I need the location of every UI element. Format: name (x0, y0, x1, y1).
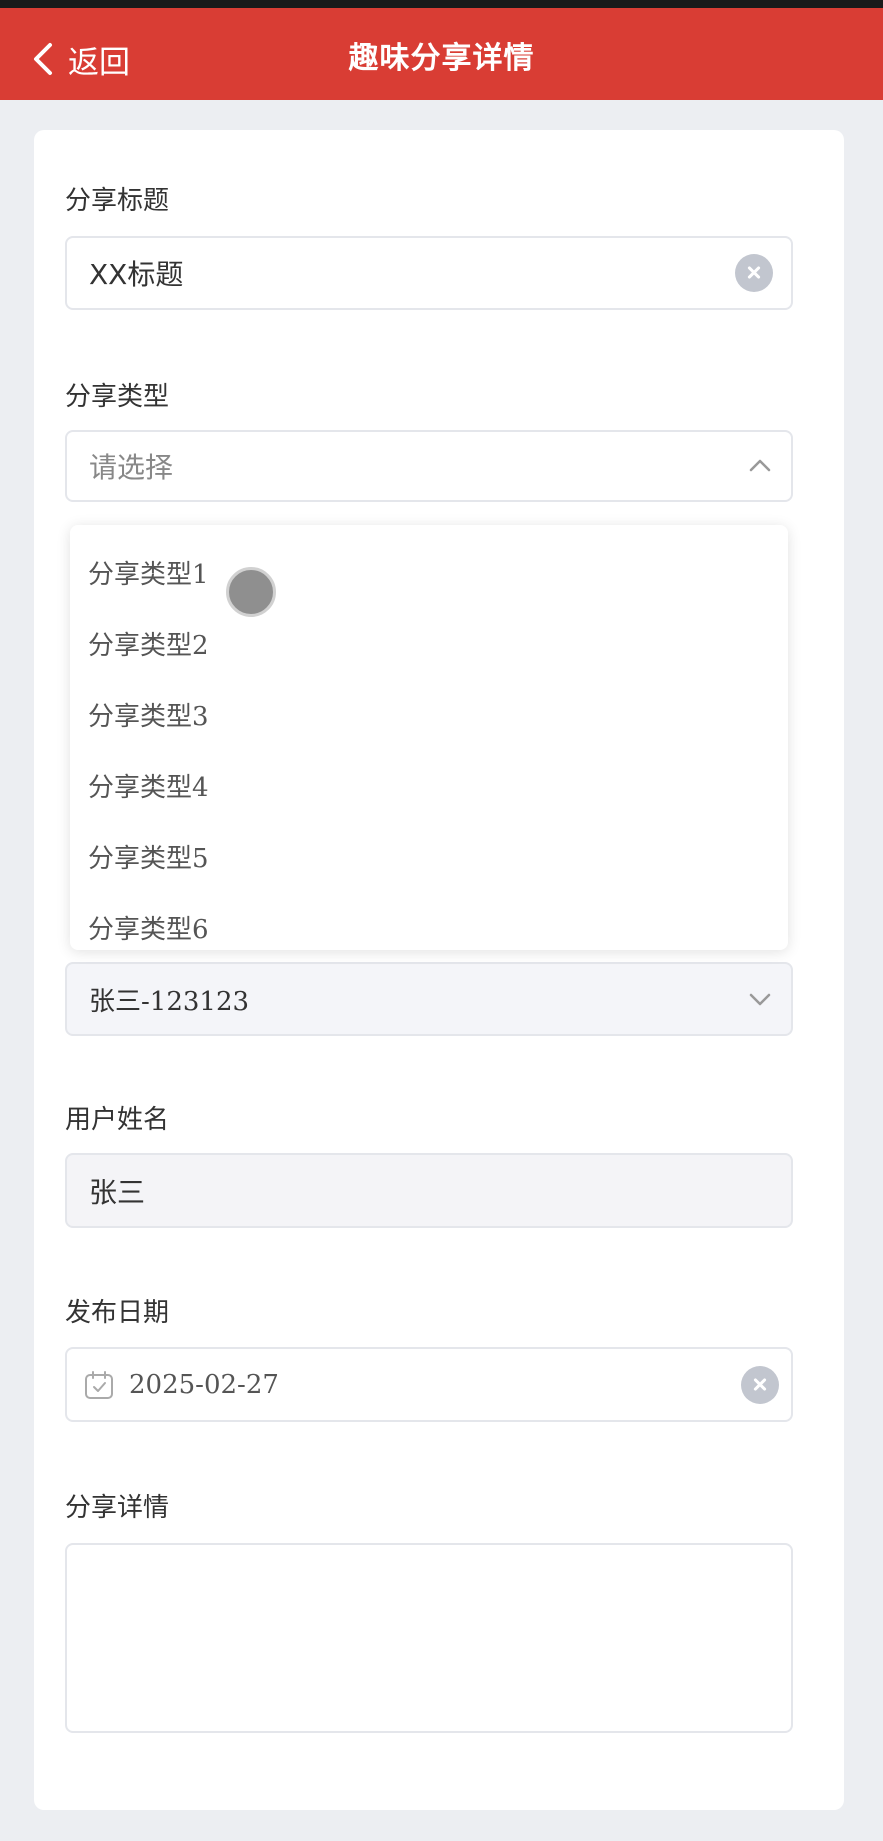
touch-indicator (226, 567, 276, 617)
dropdown-option[interactable]: 分享类型1 (88, 554, 209, 591)
detail-label: 分享详情 (65, 1493, 170, 1523)
dropdown-option[interactable]: 分享类型6 (88, 909, 209, 946)
title-input[interactable]: XX标题 (65, 236, 793, 310)
clear-icon[interactable] (741, 1365, 779, 1404)
detail-textarea[interactable] (65, 1543, 793, 1733)
date-picker[interactable]: 2025-02-27 (65, 1347, 793, 1422)
type-select-placeholder: 请选择 (89, 451, 174, 484)
title-input-value: XX标题 (89, 258, 184, 291)
dropdown-option[interactable]: 分享类型4 (88, 767, 209, 804)
user-select[interactable]: 张三-123123 (65, 962, 793, 1036)
title-label: 分享标题 (65, 186, 170, 216)
chevron-up-icon (749, 459, 771, 472)
app-header: 返回 趣味分享详情 (0, 0, 883, 100)
type-dropdown-menu: 分享类型1 分享类型2 分享类型3 分享类型4 分享类型5 分享类型6 (70, 525, 788, 950)
dropdown-option[interactable]: 分享类型2 (88, 625, 209, 662)
date-label: 发布日期 (65, 1298, 170, 1328)
clear-icon[interactable] (735, 254, 773, 292)
dropdown-option[interactable]: 分享类型5 (88, 838, 209, 875)
date-value: 2025-02-27 (129, 1369, 279, 1400)
type-select[interactable]: 请选择 (65, 430, 793, 502)
page-title: 趣味分享详情 (348, 41, 535, 76)
calendar-icon (85, 1370, 113, 1399)
username-label: 用户姓名 (65, 1105, 170, 1135)
chevron-down-icon (749, 993, 771, 1006)
user-select-value: 张三-123123 (89, 986, 250, 1017)
username-value: 张三 (89, 1175, 146, 1209)
type-label: 分享类型 (65, 382, 170, 412)
dropdown-option[interactable]: 分享类型3 (88, 696, 209, 733)
username-field: 张三 (65, 1153, 793, 1228)
